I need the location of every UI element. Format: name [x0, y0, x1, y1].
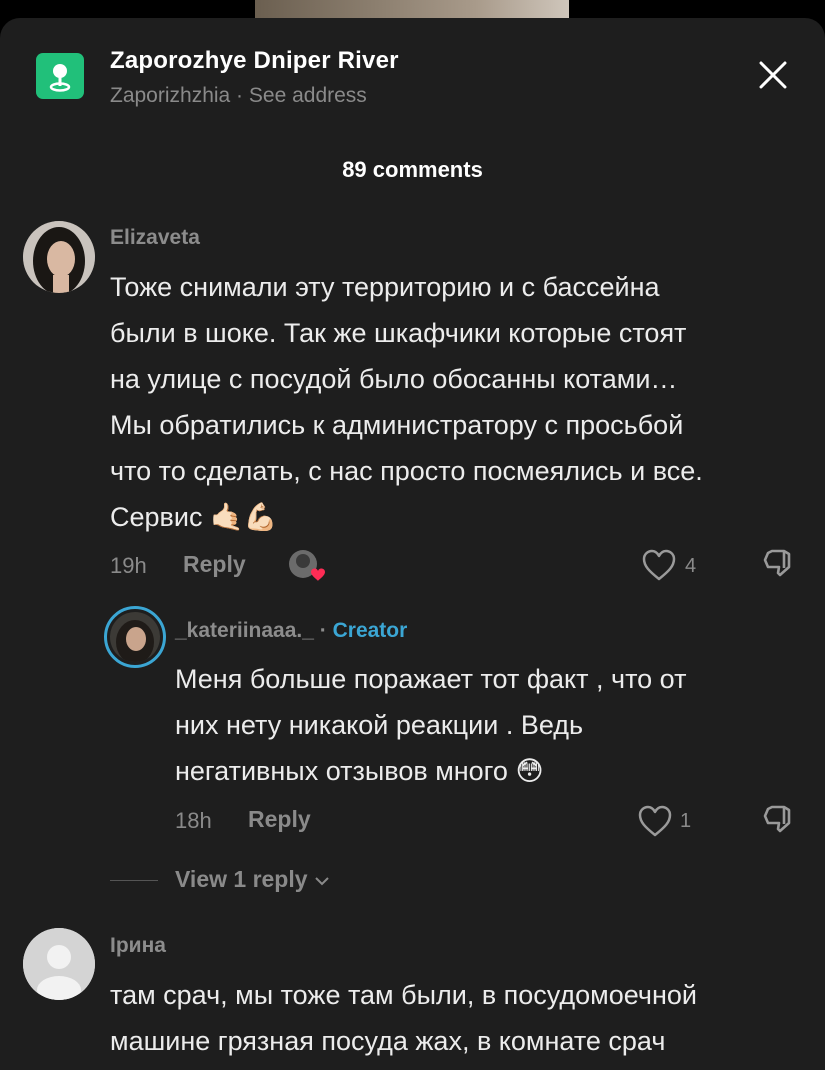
creator-badge: Creator [332, 619, 408, 642]
creator-avatar[interactable] [104, 606, 166, 668]
view-replies-button[interactable]: View 1 reply [175, 866, 330, 893]
comment-line: них нету никакой реакции . Ведь [175, 710, 584, 740]
reply-time: 18h [175, 808, 212, 833]
heart-icon[interactable] [637, 804, 673, 838]
view-replies-label[interactable]: View 1 reply [175, 866, 308, 892]
reply-username-text[interactable]: _kateriinaaa._ [175, 619, 314, 642]
avatar[interactable] [23, 221, 95, 293]
dislike-icon[interactable] [760, 546, 796, 582]
comment-text: Тоже снимали эту территорию и с бассейна… [110, 264, 703, 540]
comment-line: были в шоке. Так же шкафчики которые сто… [110, 318, 687, 348]
like-count: 1 [680, 810, 692, 832]
reply-text: Меня больше поражает тот факт , что от н… [175, 656, 686, 794]
comment-line: машине грязная посуда жах, в комнате сра… [110, 1026, 666, 1056]
location-title[interactable]: Zaporozhye Dniper River [110, 47, 399, 75]
comment-username[interactable]: Elizaveta [110, 226, 200, 250]
view-replies-divider [110, 880, 158, 881]
comments-count: 89 comments [342, 157, 483, 182]
location-pin-icon[interactable] [36, 53, 84, 99]
close-icon[interactable] [752, 55, 792, 95]
reply-button[interactable]: Reply [248, 806, 311, 833]
comment-line: на улице с посудой было обосанны котами… [110, 364, 678, 394]
chevron-down-icon[interactable] [314, 875, 330, 887]
comment-time: 19h [110, 553, 147, 578]
separator-dot: · [313, 619, 333, 642]
reply-username[interactable]: _kateriinaaa._ · Creator [175, 619, 407, 643]
comment-line: что то сделать, с нас просто посмеялись … [110, 456, 703, 486]
video-thumbnail[interactable] [255, 0, 569, 18]
comment-line: Мы обратились к администратору с просьбо… [110, 410, 684, 440]
comment-line: Сервис 🤙🏻💪🏻 [110, 502, 278, 532]
heart-icon[interactable] [641, 548, 677, 582]
comment-line: там срач, мы тоже там были, в посудомоеч… [110, 980, 697, 1010]
avatar[interactable] [23, 928, 95, 1000]
comment-line: Меня больше поражает тот факт , что от [175, 664, 687, 694]
like-count: 4 [685, 555, 697, 577]
comment-line: негативных отзывов много 😳 [175, 756, 544, 786]
location-subtitle[interactable]: Zaporizhzhia · See address [110, 84, 367, 108]
creator-liked-avatar-icon [287, 548, 329, 584]
reply-button[interactable]: Reply [183, 551, 246, 578]
dislike-icon[interactable] [760, 802, 796, 838]
comment-line: Тоже снимали эту территорию и с бассейна [110, 272, 660, 302]
comment-text: там срач, мы тоже там были, в посудомоеч… [110, 972, 697, 1064]
comment-username[interactable]: Ірина [110, 934, 166, 958]
